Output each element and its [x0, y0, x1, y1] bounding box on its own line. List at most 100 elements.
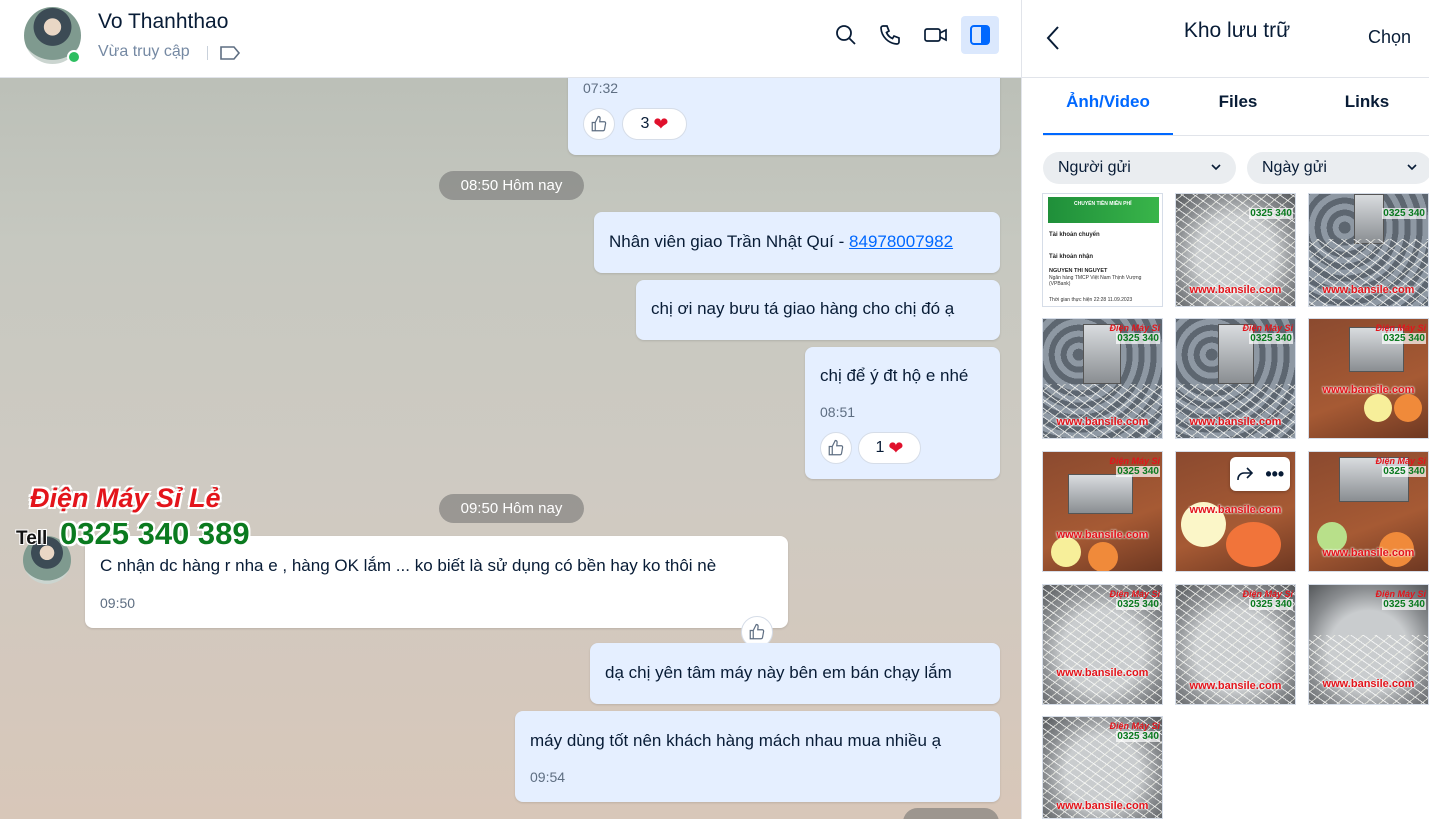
- thumb-watermark-number: 0325 340: [1116, 466, 1160, 477]
- reaction-count-badge[interactable]: 1 ❤: [858, 432, 921, 464]
- reaction-count-badge[interactable]: 3 ❤: [622, 108, 687, 140]
- more-options-icon[interactable]: •••: [1265, 465, 1284, 483]
- contact-name[interactable]: Vo Thanhthao: [98, 10, 228, 34]
- tab-media[interactable]: Ảnh/Video: [1043, 92, 1173, 112]
- media-thumbnail[interactable]: Điện Máy Sỉ 0325 340 www.bansile.com: [1042, 716, 1163, 819]
- date-filter-label: Ngày gửi: [1262, 159, 1327, 176]
- photo-content: [1043, 384, 1162, 438]
- chat-pane: 07:32 3 ❤ 08:50 Hôm nay Nhân viên giao Tr…: [0, 0, 1021, 819]
- message-text: máy dùng tốt nên khách hàng mách nhau mu…: [530, 731, 942, 750]
- vegetable-plate: [1088, 542, 1118, 571]
- chat-header: Vo Thanhthao Vừa truy cập: [0, 0, 1021, 78]
- watermark-shop-name: Điện Máy Sỉ Lẻ: [30, 483, 221, 513]
- message-text: chị ơi nay bưu tá giao hàng cho chị đó ạ: [651, 299, 955, 318]
- message-bubble-out[interactable]: dạ chị yên tâm máy này bên em bán chạy l…: [590, 643, 1000, 704]
- media-thumbnail[interactable]: Điện Máy Sỉ 0325 340 www.bansile.com: [1042, 318, 1163, 439]
- media-thumbnail[interactable]: Điện Máy Sỉ 0325 340 www.bansile.com: [1042, 584, 1163, 705]
- message-time: 08:51: [820, 404, 856, 420]
- like-button[interactable]: [820, 432, 852, 464]
- message-time: 09:50: [100, 595, 136, 611]
- photo-content: [1309, 635, 1428, 704]
- phone-icon: [880, 25, 900, 45]
- message-text: C nhận dc hàng r nha e , hàng OK lắm ...…: [100, 556, 717, 575]
- message-bubble-out[interactable]: chị ơi nay bưu tá giao hàng cho chị đó ạ: [636, 280, 1000, 340]
- thumb-watermark-number: 0325 340: [1116, 731, 1160, 742]
- media-thumbnail[interactable]: Điện Máy Sỉ 0325 340 www.bansile.com: [1042, 451, 1163, 572]
- sender-filter-dropdown[interactable]: Người gửi: [1043, 152, 1236, 184]
- message-bubble-out[interactable]: máy dùng tốt nên khách hàng mách nhau mu…: [515, 711, 1000, 802]
- receipt-from-label: Tài khoản chuyển: [1049, 232, 1100, 238]
- tab-links[interactable]: Links: [1302, 92, 1429, 112]
- thumb-watermark-site: www.bansile.com: [1322, 384, 1415, 396]
- thumb-watermark-number: 0325 340: [1382, 466, 1426, 477]
- phone-link[interactable]: 84978007982: [849, 232, 953, 251]
- side-panel-icon: [970, 25, 990, 45]
- last-seen-status: Vừa truy cập: [98, 43, 190, 60]
- tab-files[interactable]: Files: [1173, 92, 1303, 112]
- thumb-watermark-site: www.bansile.com: [1322, 547, 1415, 559]
- video-call-button[interactable]: [917, 16, 955, 54]
- date-filter-dropdown[interactable]: Ngày gửi: [1247, 152, 1429, 184]
- media-thumbnail[interactable]: Điện Máy Sỉ 0325 340 www.bansile.com: [1308, 451, 1429, 572]
- receipt-recipient: NGUYEN THI NGUYET: [1049, 268, 1108, 274]
- thumbs-up-icon: [828, 439, 844, 456]
- watermark-phone: 0325 340 389: [60, 516, 250, 551]
- sender-filter-label: Người gửi: [1058, 159, 1131, 176]
- thumbs-up-icon: [749, 623, 765, 640]
- divider: [1043, 135, 1429, 136]
- call-button[interactable]: [871, 16, 909, 54]
- message-bubble-out[interactable]: chị để ý đt hộ e nhé 08:51 1 ❤: [805, 347, 1000, 479]
- message-text: chị để ý đt hộ e nhé: [820, 366, 969, 385]
- date-divider: 09:50 Hôm nay: [439, 494, 584, 523]
- media-thumbnail[interactable]: 0325 340 www.bansile.com: [1308, 193, 1429, 307]
- reaction-count: 3: [640, 115, 650, 132]
- media-thumbnail[interactable]: Điện Máy Sỉ 0325 340 www.bansile.com: [1175, 318, 1296, 439]
- search-button[interactable]: [827, 16, 865, 54]
- tag-icon[interactable]: [219, 45, 241, 61]
- vegetable-plate: [1051, 537, 1081, 567]
- receipt-to-label: Tài khoản nhận: [1049, 254, 1094, 260]
- thumb-watermark-site: www.bansile.com: [1056, 667, 1149, 679]
- thumb-watermark-site: www.bansile.com: [1056, 800, 1149, 812]
- media-thumbnail[interactable]: Điện Máy Sỉ 0325 340 www.bansile.com: [1175, 584, 1296, 705]
- thumb-watermark-number: 0325 340: [1382, 208, 1426, 219]
- message-bubble-out[interactable]: Nhân viên giao Trần Nhật Quí - 849780079…: [594, 212, 1000, 273]
- machine-photo: [1354, 194, 1384, 244]
- vegetable-plate: [1226, 522, 1281, 567]
- message-text-body: Nhân viên giao Trần Nhật Quí -: [609, 232, 850, 251]
- vegetable-plate: [1394, 394, 1422, 422]
- media-thumbnail-receipt[interactable]: CHUYỂN TIỀN MIỄN PHÍ Tài khoản chuyển Tà…: [1042, 193, 1163, 307]
- thumb-watermark-site: www.bansile.com: [1189, 504, 1282, 516]
- receipt-banner: CHUYỂN TIỀN MIỄN PHÍ: [1048, 197, 1159, 223]
- thumb-watermark-site: www.bansile.com: [1322, 678, 1415, 690]
- online-status-dot: [67, 50, 81, 64]
- photo-content: [1176, 384, 1295, 438]
- message-time: 07:32: [583, 80, 619, 96]
- toggle-side-panel-button[interactable]: [961, 16, 999, 54]
- message-text: dạ chị yên tâm máy này bên em bán chạy l…: [605, 663, 952, 682]
- share-icon[interactable]: [1236, 466, 1254, 482]
- receipt-bank: Ngân hàng TMCP Việt Nam Thịnh Vượng (VPB…: [1049, 275, 1142, 287]
- chevron-down-icon: [1211, 164, 1221, 171]
- thumb-watermark-site: www.bansile.com: [1056, 529, 1149, 541]
- media-thumbnail[interactable]: 0325 340 www.bansile.com: [1175, 193, 1296, 307]
- thumb-watermark-name: Điện Máy Sỉ: [1109, 589, 1160, 599]
- select-button[interactable]: Chọn: [1368, 27, 1411, 48]
- receipt-banner-text: CHUYỂN TIỀN MIỄN PHÍ: [1074, 201, 1132, 207]
- thumb-watermark-number: 0325 340: [1116, 599, 1160, 610]
- thumb-watermark-name: Điện Máy Sỉ: [1109, 323, 1160, 333]
- thumb-watermark-number: 0325 340: [1249, 208, 1293, 219]
- thumb-watermark-name: Điện Máy Sỉ: [1242, 323, 1293, 333]
- thumb-watermark-name: Điện Máy Sỉ: [1375, 589, 1426, 599]
- media-thumbnail[interactable]: Điện Máy Sỉ 0325 340 www.bansile.com: [1308, 318, 1429, 439]
- thumb-watermark-site: www.bansile.com: [1322, 284, 1415, 296]
- like-button[interactable]: [583, 108, 615, 140]
- divider: [1022, 77, 1429, 78]
- message-time: 09:54: [530, 769, 566, 785]
- media-thumbnail[interactable]: Điện Máy Sỉ 0325 340 www.bansile.com: [1308, 584, 1429, 705]
- heart-icon: ❤: [653, 113, 669, 134]
- vegetable-plate: [1364, 394, 1392, 422]
- thumb-watermark-name: Điện Máy Sỉ: [1242, 589, 1293, 599]
- thumb-watermark-site: www.bansile.com: [1189, 416, 1282, 428]
- thumb-watermark-name: Điện Máy Sỉ: [1375, 456, 1426, 466]
